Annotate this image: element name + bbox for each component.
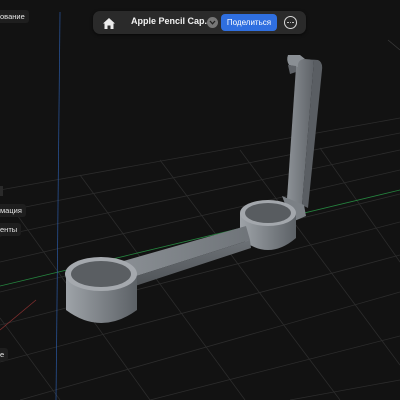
side-panel-item[interactable]: мация [0, 204, 26, 217]
document-title-menu-button[interactable] [207, 17, 218, 28]
side-panel-item-label: ование [0, 12, 25, 21]
document-toolbar: Apple Pencil Cap... Поделиться [93, 11, 306, 34]
share-button[interactable]: Поделиться [221, 14, 277, 31]
side-panel-handle[interactable] [0, 186, 3, 196]
home-button[interactable] [99, 13, 119, 33]
side-panel-item[interactable]: енты [0, 223, 22, 236]
side-panel-item[interactable]: е [0, 348, 9, 361]
ellipsis-dot [287, 21, 289, 24]
model-ring-left [65, 257, 137, 323]
ellipsis-dot [292, 21, 294, 24]
chevron-down-icon [209, 20, 216, 25]
more-options-button[interactable] [284, 16, 297, 29]
home-icon [103, 17, 115, 29]
side-panel-item-label: е [0, 350, 5, 359]
side-panel-item-label: енты [0, 225, 18, 234]
3d-model-pencil-cap-holder[interactable] [65, 55, 323, 323]
axis-line-right [387, 39, 400, 51]
ellipsis-dot [289, 21, 292, 24]
side-panel-item[interactable]: ование [0, 10, 29, 23]
side-panel-item-label: мация [0, 206, 22, 215]
z-axis-line [55, 11, 61, 400]
3d-viewport[interactable] [0, 0, 400, 400]
x-axis-line [0, 299, 37, 331]
y-axis-line [0, 189, 400, 287]
